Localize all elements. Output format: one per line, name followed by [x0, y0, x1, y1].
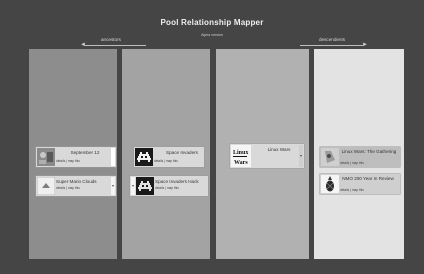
column-ancestors-far: September 12 details | map this Super Ma… [29, 49, 117, 259]
card-space-invaders[interactable]: Space Invaders details | map this [134, 147, 204, 167]
chevron-down-icon: ▾ [131, 183, 134, 188]
card-super-mario-clouds[interactable]: Super Mario Clouds details | map this ▾ [36, 176, 116, 196]
column-descendents: Linux Wars: The Gathering details | map … [314, 49, 404, 259]
column-ancestors-near: Space Invaders details | map this ▾ Spac… [122, 49, 210, 259]
version-label: Alpha version [201, 33, 223, 37]
card-expand-tab[interactable] [111, 148, 115, 166]
linux-wars-thumb-icon: Linux Wars [231, 145, 251, 167]
card-title[interactable]: Linux Wars: The Gathering [340, 149, 398, 154]
card-title[interactable]: Linux Wars [264, 147, 294, 152]
page-title: Pool Relationship Mapper [160, 18, 264, 27]
gathering-thumb-icon [321, 148, 339, 166]
card-title[interactable]: Space Invaders Hack [155, 179, 207, 184]
svg-text:Wars: Wars [234, 160, 248, 166]
card-linux-wars[interactable]: Linux Wars Linux Wars ▾ [230, 144, 304, 168]
svg-text:Linux: Linux [233, 150, 248, 156]
card-expand-tab[interactable]: ▾ [299, 145, 303, 167]
right-arrow-icon[interactable]: ► [362, 42, 368, 48]
descendents-arrow-line [300, 45, 363, 46]
photo-thumb-icon [37, 148, 55, 166]
card-links[interactable]: details | map this [154, 159, 178, 163]
card-links[interactable]: details | map this [340, 161, 364, 165]
card-space-invaders-hack[interactable]: ▾ Space Invaders Hack details | map this [130, 176, 208, 196]
card-title[interactable]: Space Invaders [160, 150, 204, 155]
column-current: Linux Wars Linux Wars ▾ [216, 49, 309, 259]
card-expand-tab[interactable]: ▾ [131, 177, 135, 195]
card-title[interactable]: September 12 [62, 150, 108, 155]
card-links[interactable]: details | map this [340, 188, 364, 192]
space-invader-icon [135, 148, 153, 166]
card-title[interactable]: Super Mario Clouds [56, 179, 110, 184]
card-links[interactable]: details | map this [56, 159, 80, 163]
pineapple-thumb-icon [321, 175, 339, 193]
card-nmo-200-year-in-review[interactable]: NMO 200 Year In Review details | map thi… [320, 174, 400, 194]
card-linux-wars-the-gathering[interactable]: Linux Wars: The Gathering details | map … [320, 147, 400, 167]
card-expand-tab[interactable]: ▾ [111, 177, 115, 195]
card-title[interactable]: NMO 200 Year In Review [342, 176, 394, 181]
card-links[interactable]: details | map this [56, 186, 80, 190]
descendents-label[interactable]: descendents [319, 37, 345, 42]
cloud-thumb-icon [36, 176, 56, 196]
chevron-down-icon: ▾ [111, 183, 114, 188]
card-september-12[interactable]: September 12 details | map this [36, 147, 116, 167]
space-invader-icon [136, 177, 154, 195]
chevron-down-icon: ▾ [299, 153, 302, 158]
ancestors-arrow-line [84, 45, 146, 46]
card-links[interactable]: details | map this [155, 186, 179, 190]
ancestors-label[interactable]: ancestors [101, 37, 121, 42]
